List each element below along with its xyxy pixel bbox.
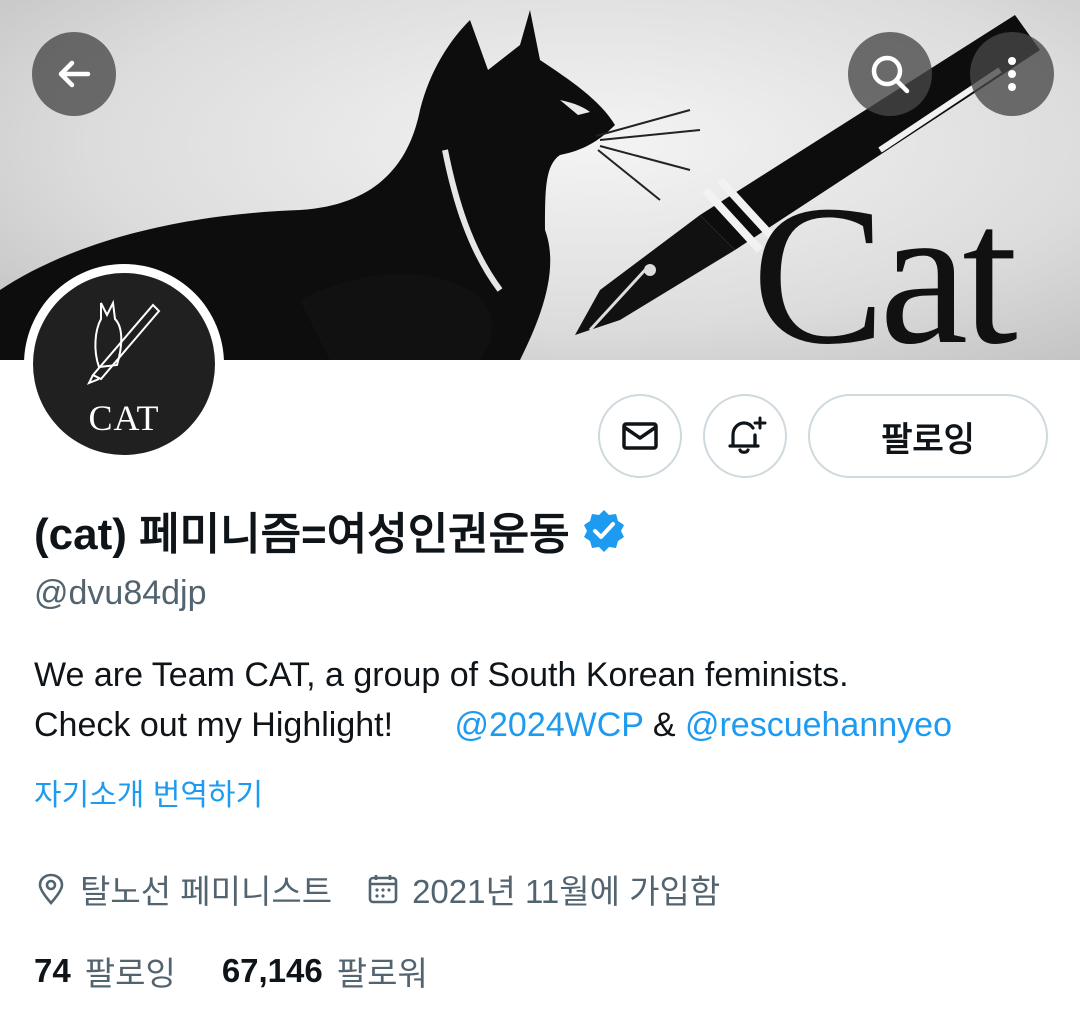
more-options-button[interactable] bbox=[970, 32, 1054, 116]
profile-join-date: 2021년 11월에 가입함 bbox=[412, 873, 721, 910]
banner-cat-text: Cat bbox=[752, 165, 1018, 361]
bio-line-2: Check out my Highlight! @2024WCP & @resc… bbox=[34, 700, 1054, 750]
follow-stats: 74 팔로잉 67,146 팔로워 bbox=[34, 948, 428, 994]
bio-ampersand: & bbox=[652, 706, 676, 744]
followers-label: 팔로워 bbox=[336, 955, 428, 992]
mail-icon bbox=[622, 422, 658, 450]
translate-bio-link[interactable]: 자기소개 번역하기 bbox=[34, 770, 263, 814]
more-vertical-icon bbox=[1008, 57, 1016, 91]
back-button[interactable] bbox=[32, 32, 116, 116]
search-icon bbox=[871, 55, 910, 94]
verified-badge-icon[interactable] bbox=[582, 508, 626, 552]
bell-plus-icon bbox=[728, 416, 767, 454]
following-stat[interactable]: 74 팔로잉 bbox=[34, 947, 176, 995]
message-button[interactable] bbox=[598, 394, 682, 478]
calendar-icon bbox=[368, 875, 398, 904]
display-name: (cat) 페미니즘=여성인권운동 bbox=[34, 510, 570, 559]
mention-link-2024wcp[interactable]: @2024WCP bbox=[455, 706, 644, 744]
following-button[interactable]: 팔로잉 bbox=[808, 394, 1048, 478]
followers-count: 67,146 bbox=[221, 952, 323, 989]
profile-name-row: (cat) 페미니즘=여성인권운동 bbox=[34, 502, 626, 559]
mention-link-rescuehannyeo[interactable]: @rescuehannyeo bbox=[685, 706, 952, 744]
following-count: 74 bbox=[34, 952, 71, 989]
profile-bio: We are Team CAT, a group of South Korean… bbox=[34, 650, 1054, 750]
avatar-image: CAT bbox=[33, 273, 215, 455]
arrow-left-icon bbox=[58, 60, 91, 88]
notify-button[interactable] bbox=[703, 394, 787, 478]
avatar[interactable]: CAT bbox=[24, 264, 224, 464]
followers-stat[interactable]: 67,146 팔로워 bbox=[222, 947, 428, 995]
avatar-logo-text: CAT bbox=[88, 398, 160, 438]
profile-meta: 탈노선 페미니스트 2021년 11월에 가입함 bbox=[34, 866, 720, 912]
following-label: 팔로잉 bbox=[84, 955, 176, 992]
profile-handle: @dvu84djp bbox=[34, 574, 207, 612]
search-button[interactable] bbox=[848, 32, 932, 116]
bio-text: Check out my Highlight! bbox=[34, 706, 394, 744]
profile-location: 탈노선 페미니스트 bbox=[80, 873, 333, 910]
cat-pen-logo-icon bbox=[86, 299, 161, 385]
bio-line-1: We are Team CAT, a group of South Korean… bbox=[34, 656, 849, 694]
location-pin-icon bbox=[38, 873, 64, 905]
